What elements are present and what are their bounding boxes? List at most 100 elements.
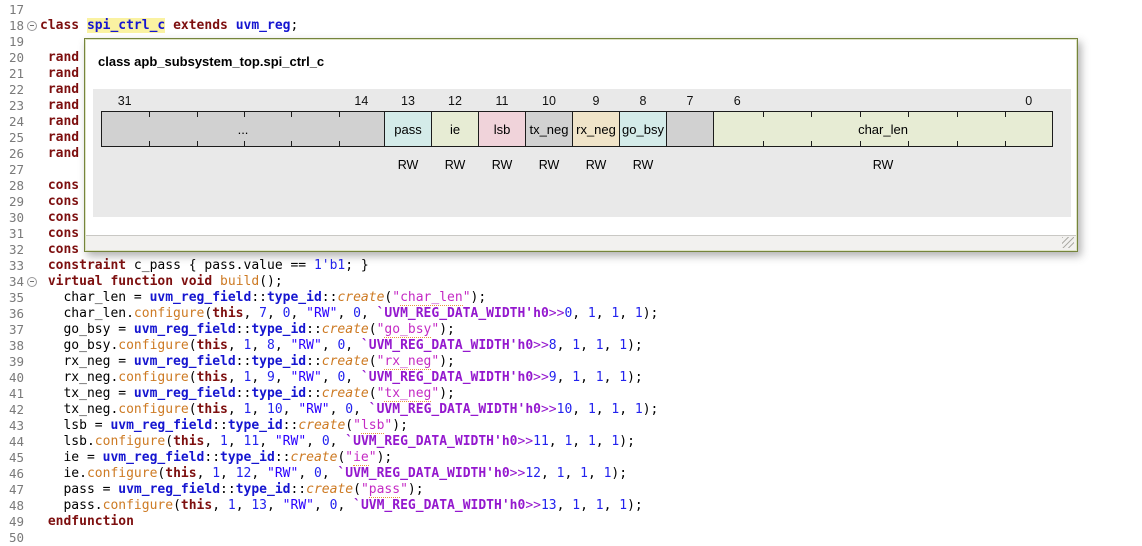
- resize-grip-icon[interactable]: [1062, 237, 1074, 248]
- line-number: 43: [8, 418, 24, 433]
- code-line[interactable]: 45 ie = uvm_reg_field::type_id::create("…: [0, 450, 1142, 466]
- line-number: 41: [8, 386, 24, 401]
- line-number: 21: [8, 66, 24, 81]
- code-text[interactable]: tx_neg.configure(this, 1, 10, "RW", 0, `…: [40, 402, 658, 417]
- reg-field-rx_neg: 9 rx_neg RW: [572, 89, 620, 172]
- code-text[interactable]: pass.configure(this, 1, 13, "RW", 0, `UV…: [40, 498, 642, 513]
- code-text[interactable]: ie.configure(this, 1, 12, "RW", 0, `UVM_…: [40, 466, 627, 481]
- code-line[interactable]: 46 ie.configure(this, 1, 12, "RW", 0, `U…: [0, 466, 1142, 482]
- fold-marker-icon[interactable]: [24, 18, 40, 34]
- field-access: RW: [585, 158, 607, 172]
- field-name: lsb: [493, 121, 511, 137]
- line-number: 40: [8, 370, 24, 385]
- code-text[interactable]: ie = uvm_reg_field::type_id::create("ie"…: [40, 450, 392, 466]
- line-number: 22: [8, 82, 24, 97]
- code-line[interactable]: 39 rx_neg = uvm_reg_field::type_id::crea…: [0, 354, 1142, 370]
- code-line[interactable]: 50: [0, 530, 1142, 546]
- reg-field-char_len: 6 0 char_len RW: [713, 89, 1053, 172]
- code-line[interactable]: 17: [0, 2, 1142, 18]
- code-text[interactable]: rand: [40, 50, 79, 65]
- field-box: lsb: [478, 111, 526, 147]
- code-text[interactable]: cons: [40, 242, 79, 257]
- bit-index-labels: 12: [448, 94, 462, 108]
- code-line[interactable]: 35 char_len = uvm_reg_field::type_id::cr…: [0, 290, 1142, 306]
- line-number: 24: [8, 114, 24, 129]
- code-line[interactable]: 41 tx_neg = uvm_reg_field::type_id::crea…: [0, 386, 1142, 402]
- code-line[interactable]: 47 pass = uvm_reg_field::type_id::create…: [0, 482, 1142, 498]
- code-text[interactable]: pass = uvm_reg_field::type_id::create("p…: [40, 482, 424, 498]
- reg-field-tx_neg: 10 tx_neg RW: [525, 89, 573, 172]
- code-line[interactable]: 38 go_bsy.configure(this, 1, 8, "RW", 0,…: [0, 338, 1142, 354]
- line-number: 39: [8, 354, 24, 369]
- code-line[interactable]: 36 char_len.configure(this, 7, 0, "RW", …: [0, 306, 1142, 322]
- line-number: 31: [8, 226, 24, 241]
- code-text[interactable]: rand: [40, 66, 79, 81]
- line-number: 17: [8, 2, 24, 17]
- bit-index-labels: 11: [495, 94, 509, 108]
- fold-marker-icon[interactable]: [24, 274, 40, 290]
- code-text[interactable]: lsb = uvm_reg_field::type_id::create("ls…: [40, 418, 408, 434]
- code-text[interactable]: rand: [40, 98, 79, 113]
- code-text[interactable]: rand: [40, 114, 79, 129]
- line-number: 46: [8, 466, 24, 481]
- code-line[interactable]: 44 lsb.configure(this, 1, 11, "RW", 0, `…: [0, 434, 1142, 450]
- code-line[interactable]: 33 constraint c_pass { pass.value == 1'b…: [0, 258, 1142, 274]
- field-box: rx_neg: [572, 111, 620, 147]
- field-name: rx_neg: [576, 121, 616, 137]
- field-name: char_len: [858, 121, 908, 137]
- reg-field-ie: 12 ie RW: [431, 89, 479, 172]
- bit-index-labels: 60: [733, 94, 1033, 108]
- code-line[interactable]: 49 endfunction: [0, 514, 1142, 530]
- code-text[interactable]: endfunction: [40, 514, 134, 529]
- code-line[interactable]: 40 rx_neg.configure(this, 1, 9, "RW", 0,…: [0, 370, 1142, 386]
- code-text[interactable]: rx_neg = uvm_reg_field::type_id::create(…: [40, 354, 455, 370]
- line-number: 36: [8, 306, 24, 321]
- register-panel: 31 14... 13 pass RW 12 ie RW 11 lsb RW 10 tx_neg RW 9 r…: [93, 89, 1071, 217]
- line-number: 18: [8, 18, 24, 33]
- popup-status-bar: [86, 235, 1076, 250]
- code-text[interactable]: rand: [40, 82, 79, 97]
- line-number: 37: [8, 322, 24, 337]
- code-text[interactable]: tx_neg = uvm_reg_field::type_id::create(…: [40, 386, 455, 402]
- line-number: 44: [8, 434, 24, 449]
- code-text[interactable]: go_bsy = uvm_reg_field::type_id::create(…: [40, 322, 455, 338]
- line-number: 30: [8, 210, 24, 225]
- code-text[interactable]: constraint c_pass { pass.value == 1'b1; …: [40, 258, 369, 273]
- code-text[interactable]: char_len.configure(this, 7, 0, "RW", 0, …: [40, 306, 658, 321]
- code-text[interactable]: class spi_ctrl_c extends uvm_reg;: [40, 18, 298, 33]
- line-number: 29: [8, 194, 24, 209]
- code-text[interactable]: lsb.configure(this, 1, 11, "RW", 0, `UVM…: [40, 434, 634, 449]
- code-text[interactable]: virtual function void build();: [40, 274, 283, 289]
- code-text[interactable]: char_len = uvm_reg_field::type_id::creat…: [40, 290, 486, 306]
- code-text[interactable]: cons: [40, 194, 79, 209]
- code-text[interactable]: cons: [40, 210, 79, 225]
- code-text[interactable]: cons: [40, 178, 79, 193]
- code-line[interactable]: 42 tx_neg.configure(this, 1, 10, "RW", 0…: [0, 402, 1142, 418]
- code-line[interactable]: 37 go_bsy = uvm_reg_field::type_id::crea…: [0, 322, 1142, 338]
- field-box: ie: [431, 111, 479, 147]
- line-number: 32: [8, 242, 24, 257]
- line-number: 49: [8, 514, 24, 529]
- field-name: pass: [394, 121, 422, 137]
- code-text[interactable]: rand: [40, 146, 79, 161]
- line-number: 19: [8, 34, 24, 49]
- line-number: 33: [8, 258, 24, 273]
- field-access: RW: [491, 158, 513, 172]
- reg-field-go_bsy: 8 go_bsy RW: [619, 89, 667, 172]
- bit-index-labels: 10: [542, 94, 556, 108]
- code-line[interactable]: 34 virtual function void build();: [0, 274, 1142, 290]
- code-line[interactable]: 48 pass.configure(this, 1, 13, "RW", 0, …: [0, 498, 1142, 514]
- code-line[interactable]: 18 class spi_ctrl_c extends uvm_reg;: [0, 18, 1142, 34]
- field-box: char_len: [713, 111, 1053, 147]
- code-text[interactable]: go_bsy.configure(this, 1, 8, "RW", 0, `U…: [40, 338, 642, 353]
- hover-popup[interactable]: class apb_subsystem_top.spi_ctrl_c 31 14.…: [84, 38, 1078, 252]
- code-text[interactable]: rand: [40, 130, 79, 145]
- field-box: pass: [384, 111, 432, 147]
- bit-index-labels: 31 14: [117, 94, 369, 108]
- line-number: 38: [8, 338, 24, 353]
- line-number: 23: [8, 98, 24, 113]
- code-line[interactable]: 43 lsb = uvm_reg_field::type_id::create(…: [0, 418, 1142, 434]
- code-text[interactable]: rx_neg.configure(this, 1, 9, "RW", 0, `U…: [40, 370, 642, 385]
- code-text[interactable]: cons: [40, 226, 79, 241]
- field-access: RW: [538, 158, 560, 172]
